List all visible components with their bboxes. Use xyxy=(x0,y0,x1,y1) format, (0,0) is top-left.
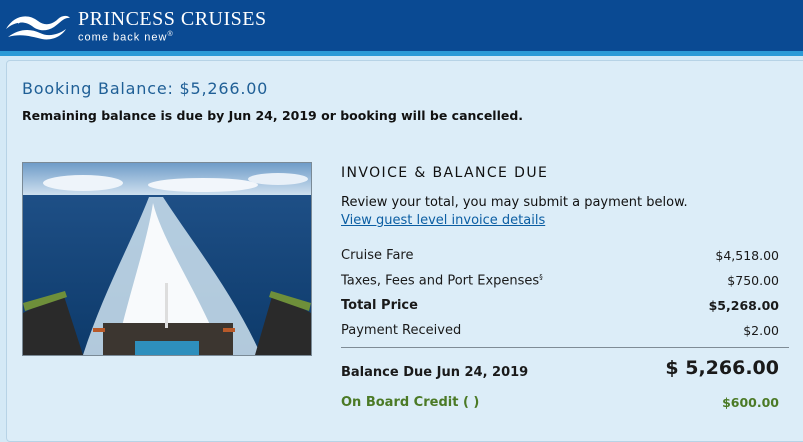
onboard-credit-amount: $600.00 xyxy=(722,395,779,410)
invoice-row-label: Total Price xyxy=(341,298,418,313)
invoice-row-amount: $4,518.00 xyxy=(715,248,779,263)
invoice-row-amount: $5,268.00 xyxy=(708,298,779,313)
seawitch-wave-logo-icon xyxy=(6,15,70,40)
invoice-row-payment-received: Payment Received $2.00 xyxy=(341,323,779,341)
invoice-row-cruise-fare: Cruise Fare $4,518.00 xyxy=(341,248,779,266)
onboard-credit-label: On Board Credit ( ) xyxy=(341,395,480,410)
invoice-row-total-price: Total Price $5,268.00 xyxy=(341,298,779,316)
balance-due-amount: $ 5,266.00 xyxy=(665,357,779,379)
balance-due-label: Balance Due Jun 24, 2019 xyxy=(341,365,529,380)
tagline-registered-mark: ® xyxy=(167,30,174,38)
invoice-row-label: Payment Received xyxy=(341,323,462,338)
invoice-row-label: Taxes, Fees and Port Expenses§ xyxy=(341,273,543,288)
invoice-row-amount: $2.00 xyxy=(743,323,779,338)
princess-cruises-logo[interactable]: PRINCESS CRUISES come back new® xyxy=(4,6,267,46)
booking-balance-title: Booking Balance: $5,266.00 xyxy=(22,79,269,98)
onboard-credit-row: On Board Credit ( ) $600.00 xyxy=(341,395,779,413)
brand-tagline: come back new® xyxy=(78,31,267,44)
invoice-row-label: Cruise Fare xyxy=(341,248,414,263)
invoice-divider xyxy=(341,347,789,348)
balance-due-notice: Remaining balance is due by Jun 24, 2019… xyxy=(22,108,524,123)
invoice-row-amount: $750.00 xyxy=(727,273,779,288)
invoice-review-text: Review your total, you may submit a paym… xyxy=(341,195,688,210)
guest-invoice-details-link[interactable]: View guest level invoice details xyxy=(341,213,545,228)
header-accent-stripe xyxy=(0,51,803,56)
invoice-row-label-text: Taxes, Fees and Port Expenses xyxy=(341,273,540,289)
invoice-row-taxes-fees: Taxes, Fees and Port Expenses§ $750.00 xyxy=(341,273,779,291)
brand-tagline-text: come back new xyxy=(78,31,168,44)
brand-name: PRINCESS CRUISES xyxy=(78,7,267,30)
ship-wake-photo xyxy=(22,162,312,356)
site-header: PRINCESS CRUISES come back new® xyxy=(0,0,803,51)
balance-due-row: Balance Due Jun 24, 2019 $ 5,266.00 xyxy=(341,357,779,383)
invoice-title: INVOICE & BALANCE DUE xyxy=(341,165,549,181)
footnote-mark: § xyxy=(539,273,543,281)
